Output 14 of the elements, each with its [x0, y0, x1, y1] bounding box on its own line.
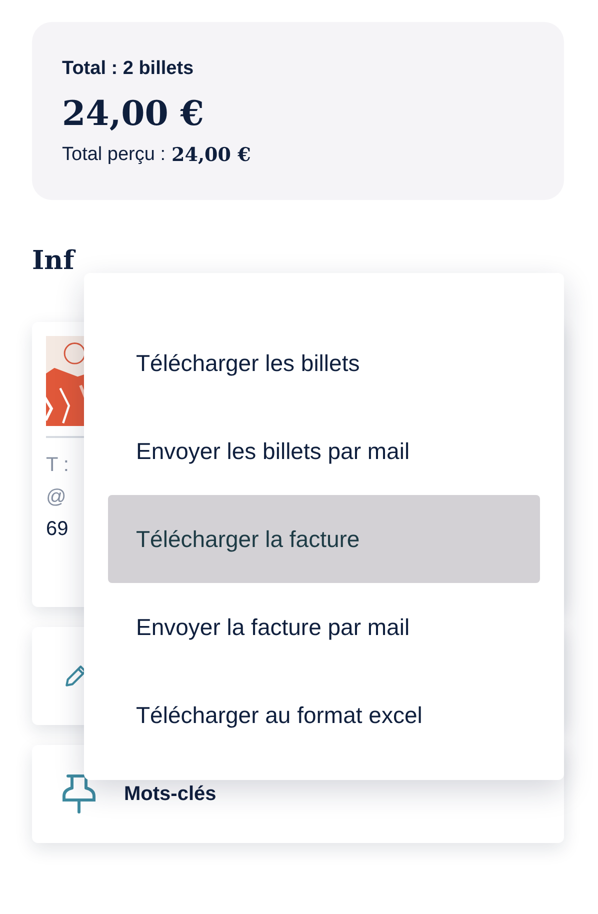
address-text: 69	[46, 518, 68, 541]
phone-label: T :	[46, 454, 69, 477]
section-heading: Inf	[32, 246, 77, 276]
menu-item[interactable]: Télécharger la facture	[108, 495, 540, 583]
total-amount: 24,00 €	[62, 94, 205, 134]
menu-item[interactable]: Envoyer les billets par mail	[108, 407, 540, 495]
pushpin-icon	[62, 774, 96, 814]
keywords-label: Mots-clés	[124, 782, 216, 806]
received-amount: 24,00 €	[172, 144, 251, 166]
menu-item[interactable]: Télécharger les billets	[108, 319, 540, 407]
total-title: Total : 2 billets	[62, 58, 195, 80]
email-label: @	[46, 486, 66, 509]
received-label: Total perçu :	[62, 144, 166, 166]
menu-item[interactable]: Envoyer la facture par mail	[108, 583, 540, 671]
